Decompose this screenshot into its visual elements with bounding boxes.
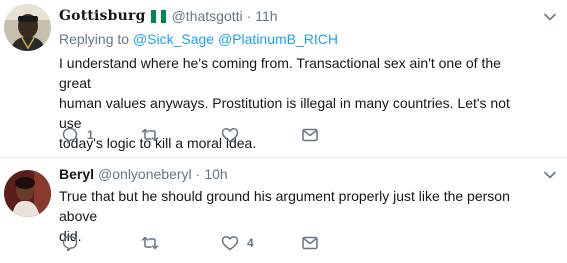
heart-icon: [221, 127, 239, 143]
tweet: Beryl @onlyoneberyl · 10h True that but …: [0, 158, 567, 263]
separator-dot: ·: [195, 166, 201, 182]
avatar[interactable]: [4, 170, 51, 217]
nigeria-flag-icon: [150, 9, 166, 23]
reply-button[interactable]: 1: [61, 125, 94, 145]
retweet-icon: [141, 128, 159, 142]
tweet-header: Beryl @onlyoneberyl · 10h: [59, 164, 527, 184]
direct-message-button[interactable]: [301, 125, 319, 145]
retweet-button[interactable]: [141, 125, 167, 145]
display-name[interactable]: Beryl: [59, 166, 94, 182]
like-button[interactable]: 4: [221, 233, 254, 253]
envelope-icon: [302, 128, 318, 142]
like-count: 4: [247, 236, 254, 250]
separator-dot: ·: [246, 8, 252, 24]
reply-button[interactable]: [61, 233, 87, 253]
user-handle[interactable]: @onlyoneberyl: [98, 166, 192, 182]
user-handle[interactable]: @thatsgotti: [172, 8, 243, 24]
reply-icon: [62, 127, 78, 144]
timestamp[interactable]: 11h: [255, 8, 277, 24]
tweet-actions: 1: [59, 125, 459, 145]
chevron-down-icon[interactable]: [543, 168, 557, 182]
tweet: Gottisburg @thatsgotti · 11h Replying to…: [0, 0, 567, 158]
envelope-icon: [302, 236, 318, 250]
tweet-text-line: True that but he should ground his argum…: [59, 188, 510, 224]
display-name[interactable]: Gottisburg: [59, 8, 146, 24]
chevron-down-icon[interactable]: [543, 10, 557, 24]
reply-icon: [62, 235, 78, 252]
like-button[interactable]: [221, 125, 247, 145]
tweet-header: Gottisburg @thatsgotti · 11h: [59, 6, 527, 26]
retweet-icon: [141, 236, 159, 250]
tweet-actions: 4: [59, 233, 459, 253]
avatar[interactable]: [4, 4, 51, 51]
mention-link[interactable]: @Sick_Sage: [133, 31, 214, 47]
mention-link[interactable]: @PlatinumB_RICH: [218, 31, 338, 47]
direct-message-button[interactable]: [301, 233, 319, 253]
timestamp[interactable]: 10h: [204, 166, 227, 182]
retweet-button[interactable]: [141, 233, 167, 253]
heart-icon: [221, 235, 239, 251]
replying-to-label: Replying to: [59, 31, 130, 47]
reply-count: 1: [87, 128, 94, 142]
tweet-text-line: I understand where he's coming from. Tra…: [59, 55, 501, 91]
replying-to: Replying to @Sick_Sage @PlatinumB_RICH: [59, 29, 527, 49]
